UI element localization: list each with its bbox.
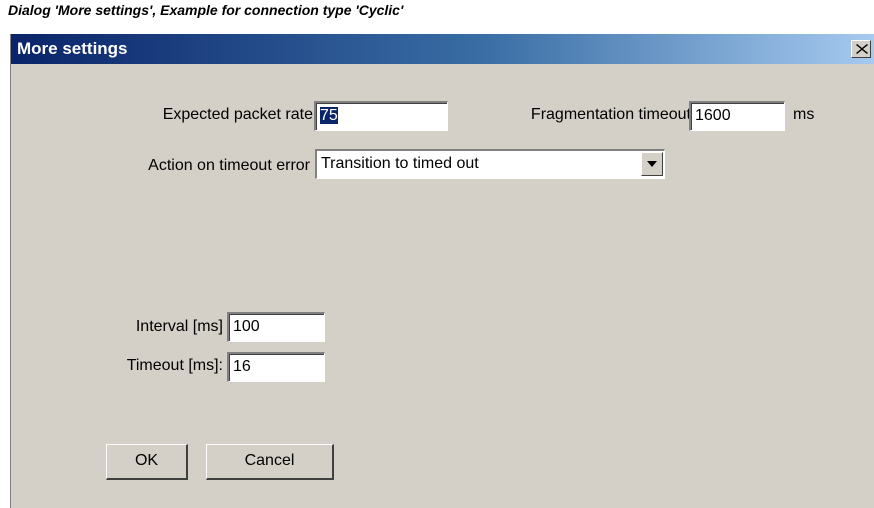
expected-packet-rate-label: Expected packet rate <box>162 106 313 123</box>
close-button[interactable] <box>851 40 871 58</box>
action-on-timeout-value: Transition to timed out <box>321 155 479 172</box>
title-bar[interactable]: More settings <box>11 34 874 64</box>
dialog-title: More settings <box>17 39 128 58</box>
fragmentation-timeout-label: Fragmentation timeout <box>530 106 691 123</box>
expected-packet-rate-value: 75 <box>320 107 338 124</box>
interval-input[interactable]: 100 <box>227 312 325 342</box>
fragmentation-timeout-input[interactable]: 1600 <box>689 101 785 131</box>
fragmentation-timeout-value: 1600 <box>695 107 731 124</box>
timeout-input[interactable]: 16 <box>227 352 325 382</box>
action-on-timeout-dropdown[interactable]: Transition to timed out <box>315 149 665 179</box>
close-icon <box>856 44 868 54</box>
figure-caption: Dialog 'More settings', Example for conn… <box>8 2 404 18</box>
interval-label: Interval [ms] <box>135 318 223 335</box>
expected-packet-rate-input[interactable]: 75 <box>314 101 448 131</box>
timeout-value: 16 <box>233 358 251 375</box>
timeout-label: Timeout [ms]: <box>126 357 223 374</box>
ok-button[interactable]: OK <box>106 444 188 480</box>
fragmentation-timeout-unit: ms <box>793 106 815 123</box>
chevron-down-icon <box>647 161 657 167</box>
dropdown-arrow-button[interactable] <box>641 152 663 176</box>
interval-value: 100 <box>233 318 260 335</box>
action-on-timeout-label: Action on timeout error <box>148 157 310 174</box>
more-settings-dialog: More settings Expected packet rate 75 Fr… <box>10 34 874 508</box>
cancel-button[interactable]: Cancel <box>206 444 334 480</box>
